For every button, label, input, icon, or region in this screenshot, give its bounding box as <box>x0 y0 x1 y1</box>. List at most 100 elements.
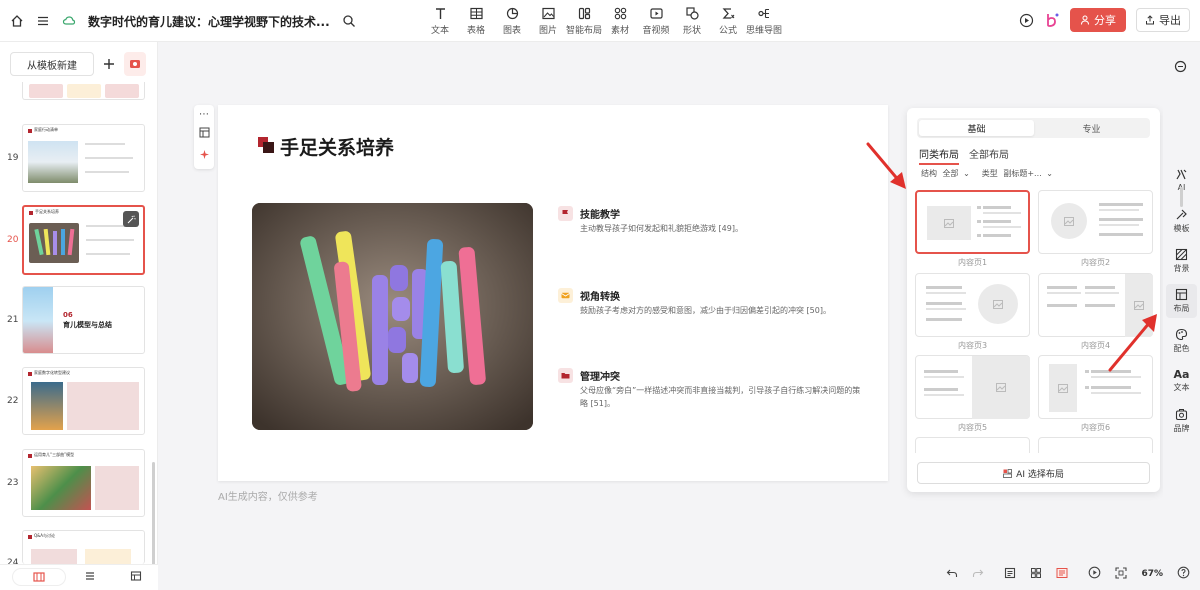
rail-layout[interactable]: 布局 <box>1166 284 1197 318</box>
tab-similar-layouts[interactable]: 同类布局 <box>919 146 959 165</box>
grid-view-button[interactable] <box>130 570 142 585</box>
layout-card-6[interactable] <box>1038 355 1153 419</box>
new-from-template-button[interactable]: 从模板新建 <box>10 52 94 76</box>
grid-view-icon[interactable] <box>1030 567 1042 582</box>
play-icon[interactable] <box>1019 13 1034 28</box>
filter-label: 类型 <box>981 169 998 178</box>
layout-card-3[interactable] <box>915 273 1030 337</box>
tool-mindmap[interactable]: 思维导图 <box>746 6 782 36</box>
layout-panel: 基础 专业 同类布局 全部布局 结构 全部 ⌄ 类型 副标题+... ⌄ 内容页… <box>907 108 1160 492</box>
tab-all-layouts[interactable]: 全部布局 <box>969 146 1009 165</box>
template-icon <box>1176 209 1187 220</box>
layout-card-1[interactable] <box>915 190 1030 254</box>
palette-icon <box>1175 328 1188 341</box>
user-add-icon <box>1081 15 1089 25</box>
undo-icon[interactable] <box>946 567 958 582</box>
slide-thumbnail-21[interactable]: 06 育儿模型与总结 <box>22 286 145 354</box>
tool-image[interactable]: 图片 <box>530 6 566 36</box>
tool-video[interactable]: 音视频 <box>638 6 674 36</box>
grid-view-icon <box>130 571 142 581</box>
slide-thumbnail-24[interactable]: Q&A与讨论 <box>22 530 145 564</box>
slide-number: 21 <box>7 315 19 325</box>
tool-table[interactable]: 表格 <box>458 6 494 36</box>
slide-number: 22 <box>7 396 19 406</box>
rail-brand[interactable]: 品牌 <box>1166 408 1197 434</box>
layout-subtabs: 同类布局 全部布局 <box>919 146 1009 165</box>
layout-toggle-icon[interactable] <box>199 127 210 141</box>
help-icon[interactable] <box>1177 566 1190 582</box>
layout-card-8[interactable] <box>1038 437 1153 453</box>
search-icon[interactable] <box>342 14 356 28</box>
menu-icon[interactable] <box>36 14 50 28</box>
filter-structure[interactable]: 结构 全部 ⌄ <box>921 168 970 179</box>
layout-card-7[interactable] <box>915 437 1030 453</box>
layout-card-4[interactable] <box>1038 273 1153 337</box>
add-slide-button[interactable] <box>98 52 120 76</box>
export-button[interactable]: 导出 <box>1136 8 1190 32</box>
tool-label: 公式 <box>718 26 737 36</box>
thumbnail-edit-button[interactable] <box>123 211 139 227</box>
rail-label: 品牌 <box>1173 424 1190 433</box>
ai-sparkle-icon[interactable] <box>199 149 210 163</box>
plus-icon <box>104 59 114 69</box>
share-button[interactable]: 分享 <box>1070 8 1126 32</box>
tool-label: 表格 <box>466 26 485 36</box>
slide-thumbnail-23[interactable]: 运用育儿“三部曲”模型 <box>22 449 145 517</box>
flag-icon <box>562 210 568 218</box>
image-icon <box>541 7 555 20</box>
tool-chart[interactable]: 图表 <box>494 6 530 36</box>
slide-panel-scrollbar[interactable] <box>152 462 155 572</box>
folder-icon <box>561 373 570 379</box>
point-description: 父母应像“旁白”一样描述冲突而非直接当裁判，引导孩子自行练习解决问题的策略 [5… <box>580 386 861 408</box>
thumbnail-title: Q&A与讨论 <box>34 533 56 538</box>
layout-card-5[interactable] <box>915 355 1030 419</box>
home-icon[interactable] <box>10 14 24 28</box>
point-badge <box>558 368 573 383</box>
slide-image-chalk[interactable] <box>252 203 533 430</box>
tool-label: 图片 <box>538 26 557 36</box>
fit-screen-icon[interactable] <box>1115 566 1128 582</box>
document-title[interactable]: 数字时代的育儿建议：心理学视野下的技术... <box>88 13 330 30</box>
thumbnail-view-button[interactable] <box>12 568 66 586</box>
slide-thumbnail-20[interactable]: 手足关系培养 <box>22 205 145 275</box>
ai-choose-layout-button[interactable]: AI 选择布局 <box>917 462 1150 484</box>
tool-formula[interactable]: 公式 <box>710 6 746 36</box>
notes-icon[interactable] <box>1004 567 1016 582</box>
normal-view-icon[interactable] <box>1056 567 1068 582</box>
rail-palette[interactable]: 配色 <box>1166 328 1197 354</box>
cloud-icon <box>62 14 76 28</box>
comment-icon[interactable] <box>1174 60 1187 76</box>
segment-basic[interactable]: 基础 <box>919 120 1034 136</box>
placeholder-image-icon <box>972 356 1030 419</box>
tool-text[interactable]: 文本 <box>422 6 458 36</box>
rail-background[interactable]: 背景 <box>1166 248 1197 274</box>
filter-type[interactable]: 类型 副标题+... ⌄ <box>982 168 1053 179</box>
tool-material[interactable]: 素材 <box>602 6 638 36</box>
tool-shape[interactable]: 形状 <box>674 6 710 36</box>
slide-thumbnail-19[interactable]: 家庭行动清单 <box>22 124 145 192</box>
assistant-logo-icon[interactable] <box>1044 12 1060 28</box>
rail-text-style[interactable]: Aa 文本 <box>1166 368 1197 393</box>
rail-template[interactable]: 模板 <box>1166 208 1197 234</box>
text-style-icon: Aa <box>1173 368 1190 381</box>
right-rail-scrollbar[interactable] <box>1180 187 1183 207</box>
redo-icon[interactable] <box>972 567 984 582</box>
rail-label: 模板 <box>1173 224 1190 233</box>
point-title: 管理冲突 <box>580 372 620 383</box>
layout-card-2[interactable] <box>1038 190 1153 254</box>
slide-title[interactable]: 手足关系培养 <box>280 133 394 160</box>
point-description: 鼓励孩子考虑对方的感受和意图，减少由于归因偏差引起的冲突 [50]。 <box>580 306 831 315</box>
slide-canvas[interactable]: 手足关系培养 技能教学 主动教导孩子如何发起和礼貌拒绝游戏 [49]。 视角转换… <box>218 105 888 481</box>
segment-pro[interactable]: 专业 <box>1034 120 1149 136</box>
template-gallery-button[interactable] <box>124 52 146 76</box>
present-icon[interactable] <box>1088 566 1101 582</box>
export-label: 导出 <box>1159 15 1181 27</box>
tool-label: 文本 <box>430 26 449 36</box>
outline-view-button[interactable] <box>84 570 96 585</box>
slide-thumbnail-prev[interactable] <box>22 82 145 100</box>
thumbnail-title: 运用育儿“三部曲”模型 <box>34 452 75 457</box>
slide-thumbnail-22[interactable]: 家庭数字化转型建议 <box>22 367 145 435</box>
more-icon[interactable]: ⋯ <box>199 110 209 120</box>
zoom-level[interactable]: 67% <box>1141 569 1163 579</box>
tool-smart-layout[interactable]: 智能布局 <box>566 6 602 36</box>
